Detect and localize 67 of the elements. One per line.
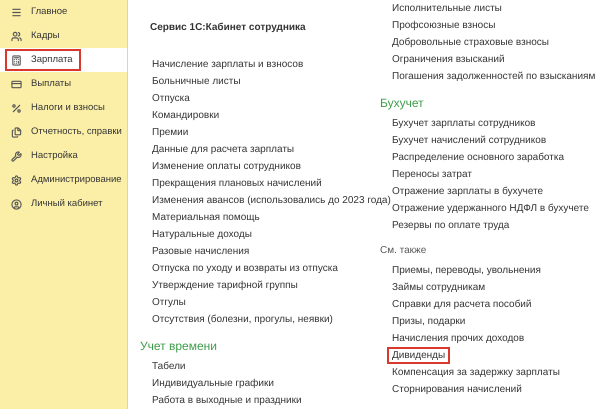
sidebar-item[interactable]: Выплаты	[0, 72, 127, 96]
wrench-icon	[11, 150, 22, 162]
sidebar-item[interactable]: Администрирование	[0, 168, 127, 192]
menu-link[interactable]: Индивидуальные графики	[147, 375, 279, 392]
menu-link[interactable]: Отсутствия (болезни, прогулы, неявки)	[147, 311, 338, 328]
menu-link[interactable]: Отпуска по уходу и возвраты из отпуска	[147, 260, 343, 277]
menu-link[interactable]: Разовые начисления	[147, 243, 254, 260]
sidebar-item[interactable]: Личный кабинет	[0, 192, 127, 216]
section-heading: См. также	[380, 244, 428, 258]
menu-link[interactable]: Ограничения взысканий	[387, 51, 510, 68]
menu-link[interactable]: Переносы затрат	[387, 166, 477, 183]
section-heading: Учет времени	[140, 338, 218, 355]
calculator-icon	[11, 54, 22, 66]
menu-link[interactable]: Сторнирования начислений	[387, 381, 527, 398]
menu-link[interactable]: Отгулы	[147, 294, 191, 311]
sidebar-item[interactable]: Отчетность, справки	[0, 120, 127, 144]
menu-link[interactable]: Отпуска	[147, 90, 195, 107]
user-icon	[11, 198, 22, 210]
menu-link[interactable]: Больничные листы	[147, 73, 246, 90]
people-icon	[11, 30, 22, 42]
menu-link[interactable]: Табели	[147, 358, 190, 375]
sidebar-label: Налоги и взносы	[31, 100, 105, 115]
settings-icon	[11, 174, 22, 186]
menu-link[interactable]: Бухучет начислений сотрудников	[387, 132, 552, 149]
menu-link[interactable]: Справки для расчета пособий	[387, 296, 536, 313]
menu-link[interactable]: Погашения задолженностей по взысканиям	[387, 68, 600, 85]
card-icon	[11, 78, 22, 90]
menu-link[interactable]: Займы сотрудникам	[387, 279, 490, 296]
menu-icon	[11, 6, 22, 18]
menu-link[interactable]: Исполнительные листы	[387, 0, 507, 17]
sidebar-label: Зарплата	[31, 52, 73, 67]
sidebar-label: Кадры	[31, 28, 60, 43]
sidebar-label: Отчетность, справки	[31, 124, 122, 139]
menu-link[interactable]: Приемы, переводы, увольнения	[387, 262, 546, 279]
menu-link[interactable]: Данные для расчета зарплаты	[147, 141, 300, 158]
section-heading: Сервис 1С:Кабинет сотрудника	[150, 21, 307, 35]
menu-link[interactable]: Прекращения плановых начислений	[147, 175, 327, 192]
documents-icon	[11, 126, 22, 138]
sidebar-item[interactable]: Зарплата	[0, 48, 127, 72]
menu-link[interactable]: Компенсация за задержку зарплаты	[387, 364, 565, 381]
menu-link[interactable]: Призы, подарки	[387, 313, 470, 330]
menu-link[interactable]: Резервы по оплате труда	[387, 217, 514, 234]
sidebar-label: Выплаты	[31, 76, 72, 91]
sidebar-label: Настройка	[31, 148, 78, 163]
menu-link[interactable]: Профсоюзные взносы	[387, 17, 500, 34]
menu-link[interactable]: Изменение оплаты сотрудников	[147, 158, 306, 175]
menu-link[interactable]: Работа в выходные и праздники	[147, 392, 307, 409]
menu-link[interactable]: Начисления прочих доходов	[387, 330, 530, 347]
sidebar-label: Личный кабинет	[31, 196, 102, 211]
sidebar-item[interactable]: Настройка	[0, 144, 127, 168]
sidebar-label: Главное	[31, 4, 68, 19]
sidebar-item[interactable]: Кадры	[0, 24, 127, 48]
sidebar-item[interactable]: Налоги и взносы	[0, 96, 127, 120]
menu-link[interactable]: Утверждение тарифной группы	[147, 277, 303, 294]
menu-link[interactable]: Натуральные доходы	[147, 226, 257, 243]
menu-link[interactable]: Добровольные страховые взносы	[387, 34, 554, 51]
section-heading: Бухучет	[380, 95, 425, 112]
menu-link[interactable]: Премии	[147, 124, 194, 141]
percent-icon	[11, 102, 22, 114]
menu-link[interactable]: Командировки	[147, 107, 224, 124]
sidebar-item[interactable]: Главное	[0, 0, 127, 24]
menu-link[interactable]: Бухучет зарплаты сотрудников	[387, 115, 540, 132]
sidebar-label: Администрирование	[31, 172, 122, 187]
menu-link[interactable]: Дивиденды	[387, 347, 450, 364]
menu-link[interactable]: Материальная помощь	[147, 209, 265, 226]
menu-link[interactable]: Распределение основного заработка	[387, 149, 570, 166]
menu-link[interactable]: Начисление зарплаты и взносов	[147, 56, 308, 73]
